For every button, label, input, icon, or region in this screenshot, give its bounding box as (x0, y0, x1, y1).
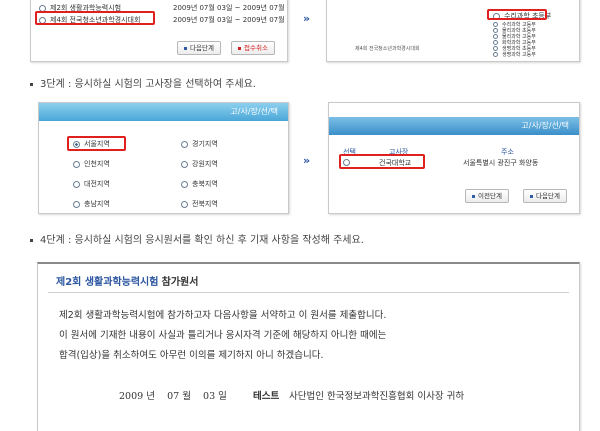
step3-label: 3단계 : 응시하실 시험의 고사장을 선택하여 주세요. (30, 75, 256, 90)
site-address: 서울특별시 광진구 화양동 (463, 159, 539, 167)
form-title-divider (48, 292, 569, 293)
exam-caption: 제4회 전국청소년과학경시대회 (355, 46, 420, 52)
radio-icon[interactable] (181, 140, 188, 148)
step3-right-panel: 고/사/장/선/택 선택 고사장 주소 건국대학교 서울특별시 광진구 화양동 … (328, 102, 580, 214)
form-title: 제2회 생활과학능력시험 참가원서 (56, 277, 199, 288)
form-recipient: 사단법인 한국정보과학진흥협회 이사장 귀하 (289, 391, 465, 402)
bullet-icon (30, 82, 33, 86)
bullet-icon (530, 194, 533, 198)
highlight-box (487, 9, 547, 20)
step4-label: 4단계 : 응시하실 시험의 응시원서를 확인 하신 후 기재 사항을 작성해 … (30, 231, 364, 246)
highlight-box (339, 154, 425, 169)
form-signer: 테스트 (253, 391, 280, 402)
radio-icon[interactable] (73, 180, 80, 188)
date-day-unit: 일 (218, 391, 227, 402)
bullet-icon (184, 46, 187, 50)
prev-step-button[interactable]: 이전단계 (465, 189, 509, 203)
double-chevron-right-icon: » (303, 12, 311, 25)
region-gangwon[interactable]: 강원지역 (181, 159, 218, 169)
date-month: 07 (167, 391, 180, 402)
highlight-box (67, 136, 126, 151)
category-item[interactable]: 생명과학 고등부 (493, 51, 536, 58)
highlight-box (35, 11, 155, 25)
bullet-icon (30, 238, 33, 242)
region-chungnam[interactable]: 충남지역 (73, 199, 110, 209)
form-date: 2009 년 07 월 03 일 (119, 388, 227, 402)
radio-icon[interactable] (181, 180, 188, 188)
region-jeonbuk[interactable]: 전북지역 (181, 199, 218, 209)
next-step-button[interactable]: 다음단계 (523, 189, 567, 203)
exam-site-banner: 고/사/장/선/택 (39, 103, 288, 121)
double-chevron-right-icon: » (303, 154, 311, 167)
radio-icon[interactable] (181, 160, 188, 168)
step2-right-panel: 수리과학 초등부 수리과학 고등부 물리과학 초등부 물리과학 고등부 화학과학… (326, 0, 580, 62)
radio-icon[interactable] (73, 160, 80, 168)
step3-left-panel: 고/사/장/선/택 서울지역 경기지역 인천지역 강원지역 대전지역 충북지역 … (38, 102, 289, 214)
step2-left-panel: 제2회 생활과학능력시험 2009년 07월 03일 ~ 2009년 07월 1… (30, 0, 288, 62)
date-year-unit: 년 (146, 391, 155, 402)
region-chungbuk[interactable]: 충북지역 (181, 179, 218, 189)
form-text-line-1: 제2회 생활과학능력시험에 참가하고자 다음사항을 서약하고 이 원서를 제출합… (59, 310, 387, 321)
exam-date-1: 2009년 07월 03일 ~ 2009년 07월 1 (173, 4, 288, 12)
exam-site-banner: 고/사/장/선/택 (329, 117, 579, 135)
col-address: 주소 (501, 148, 514, 156)
date-day: 03 (203, 391, 216, 402)
region-daejeon[interactable]: 대전지역 (73, 179, 110, 189)
next-step-button[interactable]: 다음단계 (177, 41, 221, 55)
radio-icon[interactable] (493, 52, 498, 57)
region-gyeonggi[interactable]: 경기지역 (181, 139, 218, 149)
date-year: 2009 (119, 391, 144, 402)
radio-icon[interactable] (73, 200, 80, 208)
form-text-line-2: 이 원서에 기재한 내용이 사실과 틀리거나 응시자격 기준에 해당하지 아니한… (59, 330, 387, 341)
bullet-icon (472, 194, 475, 198)
exam-date-2: 2009년 07월 03일 ~ 2009년 07월 1 (173, 16, 288, 24)
radio-icon[interactable] (181, 200, 188, 208)
region-incheon[interactable]: 인천지역 (73, 159, 110, 169)
form-text-line-3: 합격(입상)을 취소하여도 아무런 이의를 제기하지 아니 하겠습니다. (59, 350, 324, 361)
bullet-icon (238, 46, 241, 50)
cancel-application-button[interactable]: 접수취소 (231, 41, 275, 55)
date-month-unit: 월 (182, 391, 191, 402)
